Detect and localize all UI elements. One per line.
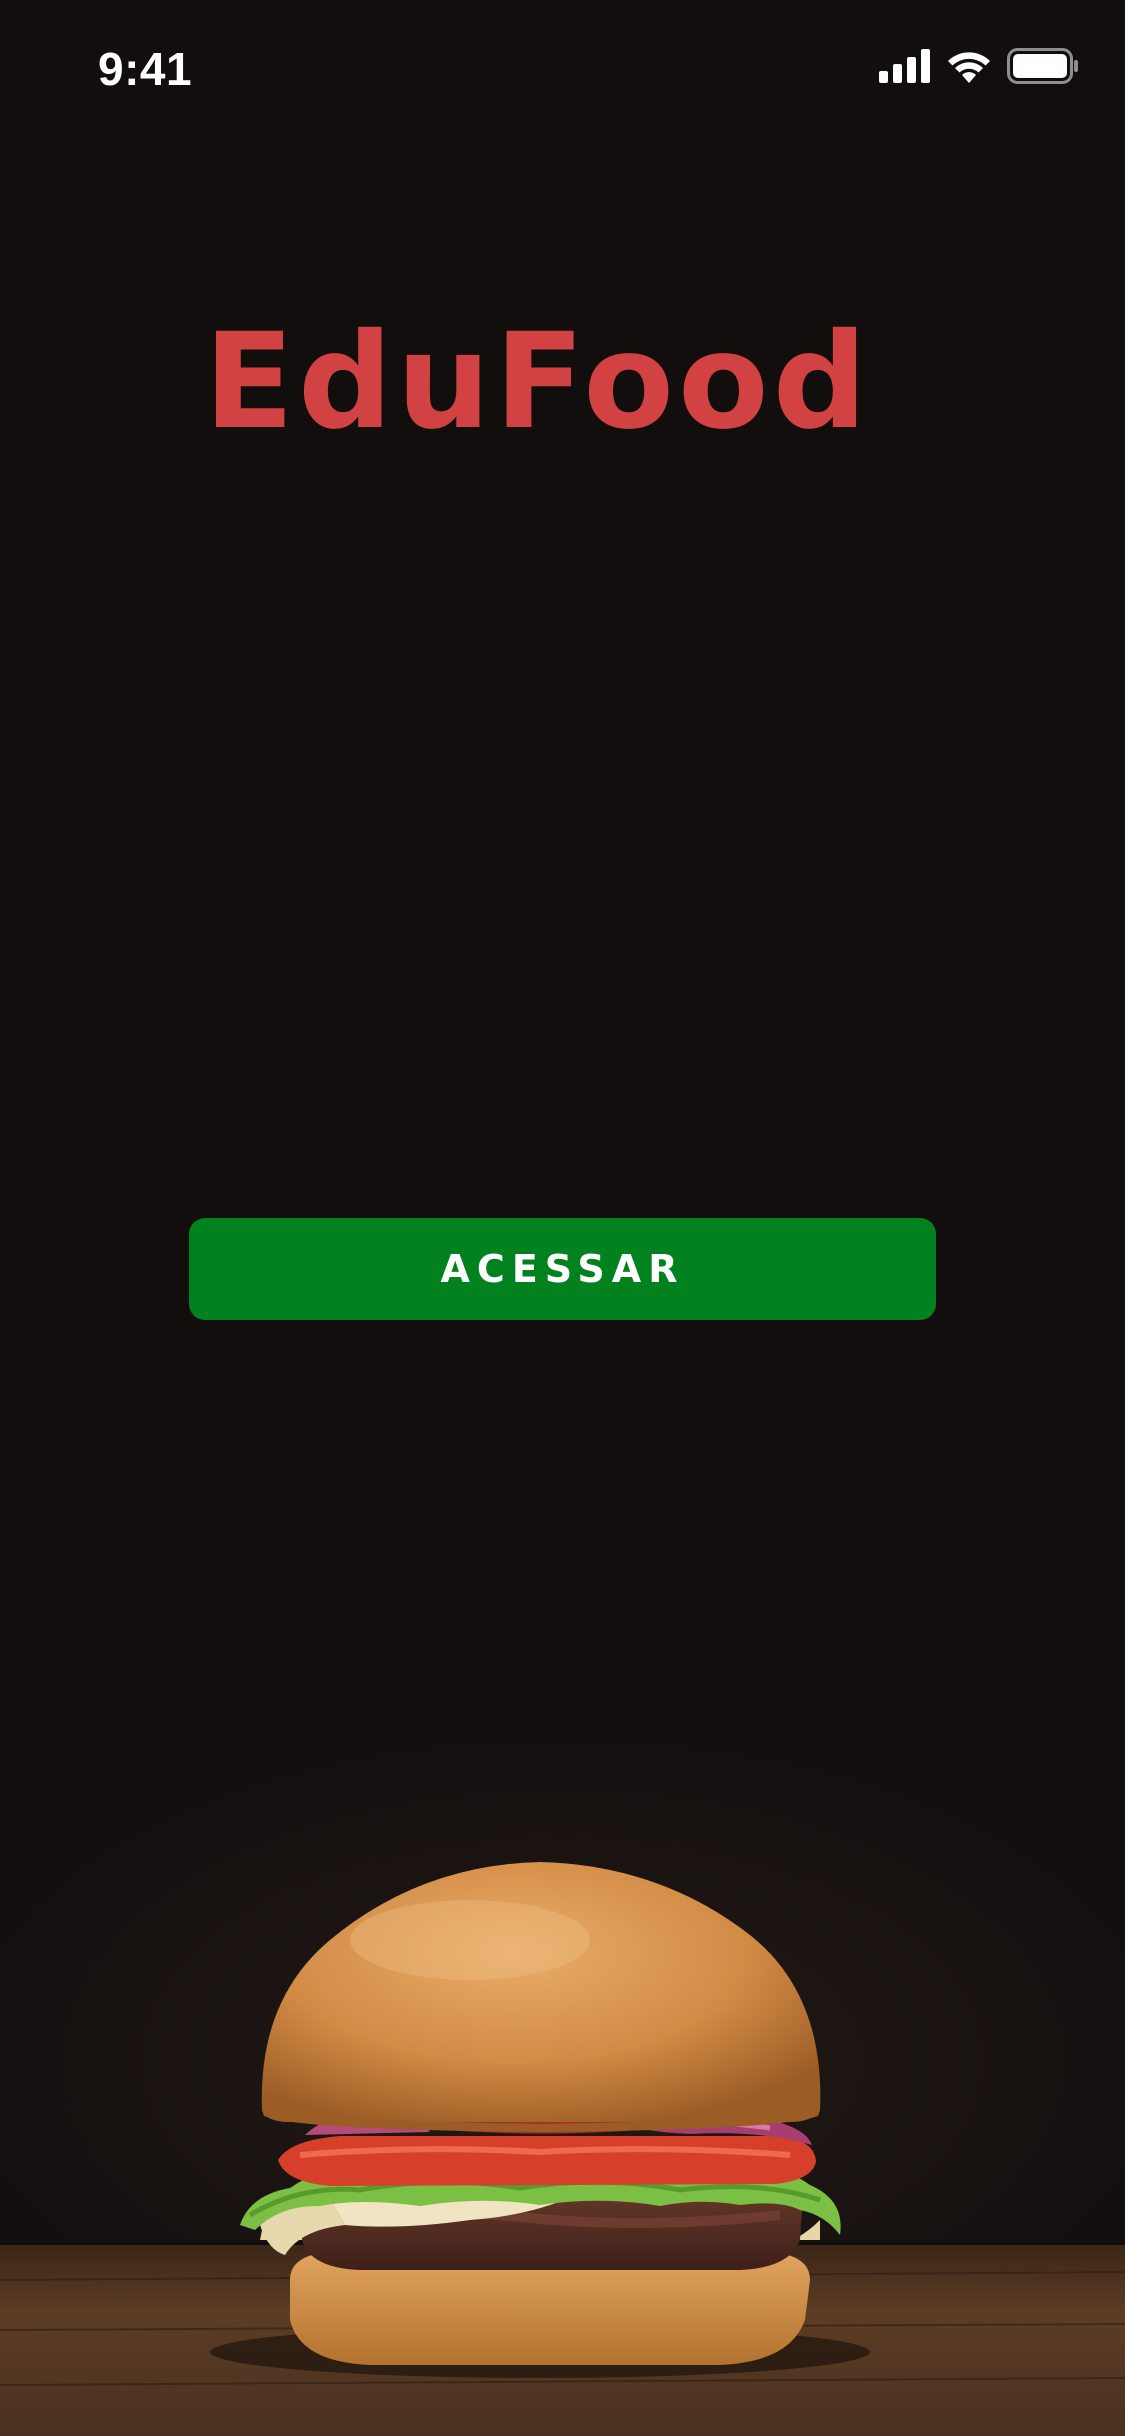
battery-icon <box>1007 48 1079 88</box>
wifi-icon <box>945 48 993 88</box>
status-time: 9:41 <box>98 43 193 95</box>
splash-screen: 9:41 EduFood ACESSAR <box>0 0 1125 2436</box>
app-logo-title: EduFood <box>203 305 872 459</box>
cellular-signal-icon <box>879 49 931 87</box>
status-icons <box>879 48 1079 88</box>
access-button-label: ACESSAR <box>440 1247 685 1291</box>
access-button[interactable]: ACESSAR <box>189 1218 936 1320</box>
burger-image <box>0 1640 1125 2436</box>
status-bar: 9:41 <box>0 0 1125 140</box>
